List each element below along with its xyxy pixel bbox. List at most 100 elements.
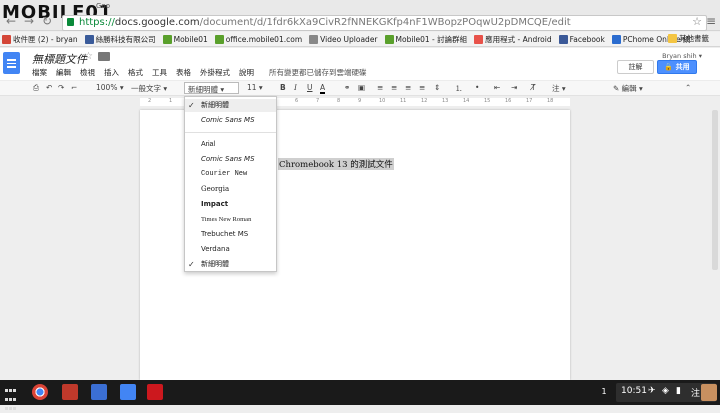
italic-button[interactable]: I <box>294 83 297 92</box>
bookmark-item[interactable]: Video Uploader <box>309 34 378 44</box>
font-option[interactable]: ✓ 新細明體 <box>185 99 276 112</box>
editing-mode-select[interactable]: ✎ 編輯 ▾ <box>613 83 643 94</box>
bookmark-label: 絲勝科技有限公司 <box>95 34 156 44</box>
system-tray[interactable]: 10:51 ✈ ◈ ▮ 注 <box>616 383 717 402</box>
bookmark-star-icon[interactable]: ☆ <box>692 15 702 28</box>
collapse-icon[interactable]: ⌃ <box>685 83 691 92</box>
folder-icon[interactable] <box>98 52 110 61</box>
increase-indent-icon[interactable]: ⇥ <box>511 83 517 92</box>
print-icon[interactable]: ⎙ <box>33 83 39 93</box>
text-color-button[interactable]: A <box>320 83 326 94</box>
font-option[interactable]: ✓ 新細明體 <box>185 258 276 271</box>
comment-icon[interactable]: ▣ <box>358 83 365 92</box>
ruler-tick-label: 13 <box>442 98 449 104</box>
bookmark-label: Mobile01 - 討論群組 <box>395 34 468 44</box>
undo-icon[interactable]: ↶ <box>46 83 52 92</box>
back-icon[interactable]: ← <box>6 14 16 28</box>
bookmark-item[interactable]: 收件匣 (2) - bryan <box>2 34 78 45</box>
menu-help[interactable]: 說明 <box>239 67 254 78</box>
ruler-tick-label: 6 <box>295 98 299 104</box>
font-option[interactable]: Times New Roman <box>185 213 276 226</box>
input-tools-select[interactable]: 注 ▾ <box>552 83 566 94</box>
gmail-app-icon[interactable] <box>62 384 78 400</box>
font-option[interactable]: Courier New <box>185 168 276 181</box>
reload-icon[interactable]: ↻ <box>42 14 52 28</box>
docs-logo-icon[interactable] <box>3 52 20 74</box>
font-option[interactable]: Impact <box>185 198 276 211</box>
star-icon[interactable]: ☆ <box>84 51 93 62</box>
menu-addons[interactable]: 外掛程式 <box>200 67 230 78</box>
paint-format-icon[interactable]: ⌐ <box>71 83 77 92</box>
document-title[interactable]: 無標題文件 <box>32 51 87 67</box>
url-text[interactable]: https://docs.google.com/document/d/1fdr6… <box>79 17 571 28</box>
bold-button[interactable]: B <box>280 83 286 92</box>
bookmark-item[interactable]: Mobile01 - 討論群組 <box>384 34 468 45</box>
bookmarks-bar: 收件匣 (2) - bryan 絲勝科技有限公司 Mobile01 office.mo… <box>0 32 720 47</box>
menu-bar: 檔案 編輯 檢視 插入 格式 工具 表格 外掛程式 說明 所有變更都已儲存到雲端… <box>32 67 376 78</box>
bookmark-item[interactable]: Mobile01 <box>162 34 208 44</box>
link-icon[interactable]: ⚭ <box>344 83 350 92</box>
notification-count[interactable]: 1 <box>598 386 610 398</box>
style-select[interactable]: 一般文字 ▾ <box>131 83 167 94</box>
tab-title[interactable]: Goo <box>96 2 110 10</box>
clock: 10:51 <box>621 386 647 396</box>
document-text[interactable]: Chromebook 13 的測試文件 <box>278 158 394 170</box>
bookmark-favicon-icon <box>162 34 172 44</box>
font-size-select[interactable]: 11 ▾ <box>247 83 263 92</box>
menu-table[interactable]: 表格 <box>176 67 191 78</box>
menu-format[interactable]: 格式 <box>128 67 143 78</box>
underline-button[interactable]: U <box>307 83 313 92</box>
menu-insert[interactable]: 插入 <box>104 67 119 78</box>
align-left-icon[interactable]: ≡ <box>377 83 383 92</box>
share-button[interactable]: 🔒 共用 <box>657 60 697 74</box>
font-option[interactable]: Comic Sans MS <box>185 114 276 127</box>
wifi-icon: ◈ <box>662 386 669 396</box>
user-name[interactable]: Bryan shih ▾ <box>662 52 702 60</box>
other-bookmarks[interactable]: 其他書籤 <box>668 33 709 44</box>
launcher-icon[interactable] <box>5 386 17 410</box>
bookmark-item[interactable]: 應用程式 - Android <box>474 34 552 45</box>
font-option[interactable]: Verdana <box>185 243 276 256</box>
font-option-label: Comic Sans MS <box>201 116 255 124</box>
font-select[interactable]: 新細明體 ▾ <box>184 82 239 94</box>
zoom-select[interactable]: 100% ▾ <box>96 83 124 92</box>
font-option[interactable]: Arial <box>185 138 276 151</box>
align-right-icon[interactable]: ≡ <box>405 83 411 92</box>
menu-file[interactable]: 檔案 <box>32 67 47 78</box>
bookmark-item[interactable]: 絲勝科技有限公司 <box>84 34 156 45</box>
align-justify-icon[interactable]: ≡ <box>419 83 425 92</box>
font-option[interactable]: Comic Sans MS <box>185 153 276 166</box>
decrease-indent-icon[interactable]: ⇤ <box>494 83 500 92</box>
ruler-tick-label: 11 <box>400 98 407 104</box>
docs-app-icon[interactable] <box>120 384 136 400</box>
scrollbar[interactable] <box>712 110 718 270</box>
align-center-icon[interactable]: ≡ <box>391 83 397 92</box>
bookmark-item[interactable]: office.mobile01.com <box>214 34 302 44</box>
battery-icon: ▮ <box>676 386 681 396</box>
line-spacing-icon[interactable]: ⇕ <box>434 83 440 92</box>
check-icon: ✓ <box>188 260 195 269</box>
redo-icon[interactable]: ↷ <box>58 83 64 92</box>
bookmark-label: 收件匣 (2) - bryan <box>13 34 78 44</box>
folder-icon <box>668 34 677 43</box>
bookmark-label: Video Uploader <box>320 34 378 44</box>
bookmark-item[interactable]: Facebook <box>558 34 605 44</box>
address-bar[interactable]: https://docs.google.com/document/d/1fdr6… <box>62 15 707 31</box>
browser-toolbar: MOBILE01 Goo ← → ↻ https://docs.google.c… <box>0 0 720 31</box>
font-option-label: Georgia <box>201 185 230 193</box>
numbered-list-icon[interactable]: ⒈ <box>455 83 463 94</box>
font-option[interactable]: Georgia <box>185 183 276 196</box>
bulleted-list-icon[interactable]: • <box>475 83 479 92</box>
menu-edit[interactable]: 編輯 <box>56 67 71 78</box>
menu-tools[interactable]: 工具 <box>152 67 167 78</box>
youtube-app-icon[interactable] <box>147 384 163 400</box>
font-option[interactable]: Trebuchet MS <box>185 228 276 241</box>
chrome-app-icon[interactable] <box>32 384 48 400</box>
bookmark-favicon-icon <box>309 34 319 44</box>
menu-icon[interactable]: ≡ <box>706 14 716 28</box>
search-app-icon[interactable] <box>91 384 107 400</box>
clear-formatting-icon[interactable]: T̸ <box>531 83 536 92</box>
menu-view[interactable]: 檢視 <box>80 67 95 78</box>
comments-button[interactable]: 註解 <box>617 60 654 74</box>
forward-icon[interactable]: → <box>24 14 34 28</box>
